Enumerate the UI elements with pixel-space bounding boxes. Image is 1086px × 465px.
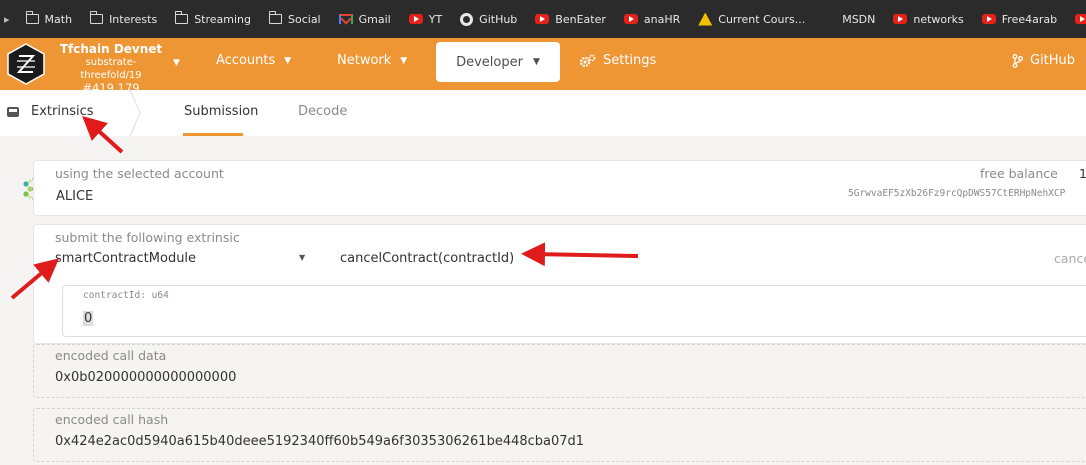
- bookmarks-overflow-icon[interactable]: ▸: [4, 13, 10, 26]
- nav-accounts[interactable]: Accounts ▼: [216, 53, 291, 68]
- folder-icon: [175, 11, 189, 24]
- method-select[interactable]: cancelContract(contractId) cance: [332, 247, 1086, 271]
- contract-id-label: contractId: u64: [83, 290, 169, 301]
- active-tab-indicator: [183, 133, 243, 136]
- chain-name: Tfchain Devnet: [59, 42, 163, 56]
- account-label: using the selected account: [55, 166, 224, 181]
- github-icon: [460, 12, 474, 26]
- chevron-down-icon: ▼: [400, 55, 408, 66]
- extrinsic-label: submit the following extrinsic: [55, 230, 240, 245]
- bookmark-yt[interactable]: YT: [408, 13, 442, 26]
- chain-logo-icon[interactable]: [6, 42, 46, 86]
- account-selector[interactable]: using the selected account ALICE free ba…: [33, 160, 1086, 216]
- encoded-call-hash-label: encoded call hash: [55, 412, 169, 427]
- module-value: smartContractModule: [55, 251, 197, 266]
- inbox-icon: [7, 106, 19, 117]
- youtube-icon: [623, 14, 638, 24]
- nav-settings[interactable]: Settings: [579, 53, 656, 68]
- bookmark-free4arab[interactable]: Free4arab: [981, 13, 1057, 26]
- youtube-icon: [981, 14, 996, 24]
- bookmark-msdn[interactable]: MSDN: [823, 13, 875, 26]
- chevron-down-icon[interactable]: ▼: [173, 58, 180, 68]
- bookmark-networks[interactable]: networks: [893, 13, 964, 26]
- bookmark-math[interactable]: Math: [25, 11, 72, 26]
- method-value: cancelContract(contractId): [340, 251, 515, 266]
- encoded-call-hash: encoded call hash 0x424e2ac0d5940a615b40…: [33, 408, 1086, 462]
- top-nav: Tfchain Devnet substrate-threefold/19 #4…: [0, 38, 1086, 95]
- free-balance-label: free balance: [980, 166, 1058, 181]
- chevron-down-icon: ▼: [299, 253, 306, 262]
- bookmark-github[interactable]: GitHub: [460, 12, 517, 26]
- account-name: ALICE: [56, 189, 94, 204]
- bookmarks-bar: ▸ Math Interests Streaming Social Gmail …: [0, 0, 1086, 38]
- bookmark-anahr[interactable]: anaHR: [623, 13, 680, 26]
- account-address: 5GrwvaEF5zXb26Fz9rcQpDWS57CtERHpNehXCP: [848, 188, 1066, 199]
- tab-section-extrinsics[interactable]: Extrinsics: [6, 104, 94, 119]
- youtube-icon: [1075, 14, 1086, 24]
- bookmark-beneater[interactable]: BenEater: [535, 13, 606, 26]
- youtube-icon: [535, 14, 550, 24]
- youtube-icon: [408, 14, 423, 24]
- encoded-call-hash-value: 0x424e2ac0d5940a615b40deee5192340ff60b54…: [55, 434, 585, 449]
- tab-submission[interactable]: Submission: [184, 104, 258, 119]
- nav-network[interactable]: Network ▼: [337, 53, 407, 68]
- tabs-bar: Extrinsics Submission Decode: [0, 90, 1086, 136]
- chain-selector[interactable]: Tfchain Devnet substrate-threefold/19 #4…: [56, 43, 166, 95]
- gears-icon: [579, 54, 596, 67]
- folder-icon: [269, 11, 282, 24]
- bookmark-streaming[interactable]: Streaming: [175, 11, 251, 26]
- method-docs: cance: [1054, 251, 1086, 266]
- chevron-down-icon: ▼: [532, 57, 540, 67]
- course-icon: [698, 12, 713, 26]
- bookmark-social[interactable]: Social: [269, 11, 321, 26]
- contract-id-input[interactable]: 0: [83, 311, 94, 326]
- youtube-icon: [893, 14, 908, 24]
- bookmark-interests[interactable]: Interests: [90, 11, 157, 26]
- bookmark-current-courses[interactable]: Current Cours...: [698, 12, 805, 26]
- chevron-down-icon: ▼: [284, 55, 292, 66]
- nav-github[interactable]: GitHub: [1012, 53, 1075, 68]
- chain-spec: substrate-threefold/19: [80, 57, 142, 81]
- bookmark-gmail[interactable]: Gmail: [338, 13, 391, 26]
- nav-developer[interactable]: Developer ▼: [436, 42, 560, 82]
- encoded-call-data-value: 0x0b020000000000000000: [55, 370, 237, 385]
- tab-decode[interactable]: Decode: [298, 104, 347, 119]
- microsoft-icon: [823, 13, 836, 26]
- encoded-call-data: encoded call data 0x0b020000000000000000: [33, 344, 1086, 398]
- code-branch-icon: [1012, 53, 1023, 68]
- encoded-call-data-label: encoded call data: [55, 348, 167, 363]
- gmail-icon: [338, 14, 353, 24]
- extrinsic-selector: submit the following extrinsic smartCont…: [33, 224, 1086, 344]
- folder-icon: [25, 11, 39, 24]
- module-select[interactable]: smartContractModule ▼: [34, 247, 324, 271]
- contract-id-field[interactable]: contractId: u64 0: [62, 285, 1086, 337]
- free-balance-value: 1: [1079, 166, 1086, 181]
- bookmark-netdevconf[interactable]: netdevconf: [1075, 13, 1086, 26]
- chevron-separator-icon: [129, 90, 141, 136]
- folder-icon: [90, 11, 104, 24]
